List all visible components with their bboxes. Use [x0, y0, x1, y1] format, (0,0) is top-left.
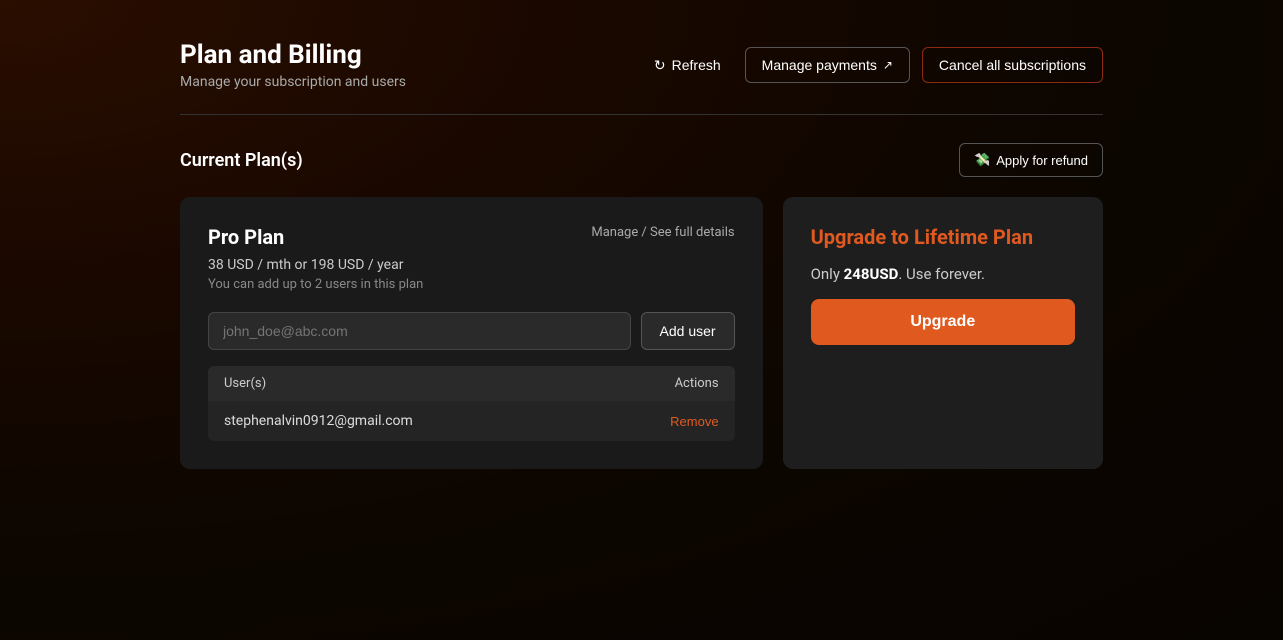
header-actions: ↻ Refresh Manage payments ↗ Cancel all s…	[642, 47, 1103, 83]
refresh-icon: ↻	[654, 57, 666, 74]
remove-user-button[interactable]: Remove	[670, 414, 718, 429]
upgrade-title: Upgrade to Lifetime Plan	[811, 225, 1075, 249]
title-section: Plan and Billing Manage your subscriptio…	[180, 40, 406, 90]
users-column-header: User(s)	[224, 376, 266, 391]
users-table-header: User(s) Actions	[208, 366, 735, 401]
upgrade-card: Upgrade to Lifetime Plan Only 248USD. Us…	[783, 197, 1103, 469]
plans-grid: Pro Plan Manage / See full details 38 US…	[180, 197, 1103, 469]
cancel-subscriptions-button[interactable]: Cancel all subscriptions	[922, 47, 1103, 83]
plan-name: Pro Plan	[208, 225, 284, 249]
pro-plan-card: Pro Plan Manage / See full details 38 US…	[180, 197, 763, 469]
page-subtitle: Manage your subscription and users	[180, 74, 406, 90]
header-divider	[180, 114, 1103, 115]
refresh-button[interactable]: ↻ Refresh	[642, 49, 733, 82]
plan-manage-link[interactable]: Manage / See full details	[591, 225, 734, 240]
upgrade-button[interactable]: Upgrade	[811, 299, 1075, 345]
section-header: Current Plan(s) 💸 Apply for refund	[180, 143, 1103, 177]
current-plans-title: Current Plan(s)	[180, 150, 303, 171]
upgrade-price: Only 248USD. Use forever.	[811, 265, 1075, 283]
plan-price: 38 USD / mth or 198 USD / year	[208, 257, 735, 273]
refund-icon: 💸	[974, 152, 990, 168]
users-table: User(s) Actions stephenalvin0912@gmail.c…	[208, 366, 735, 441]
plan-card-header: Pro Plan Manage / See full details	[208, 225, 735, 249]
plan-users-info: You can add up to 2 users in this plan	[208, 277, 735, 292]
apply-refund-button[interactable]: 💸 Apply for refund	[959, 143, 1103, 177]
table-row: stephenalvin0912@gmail.com Remove	[208, 401, 735, 441]
add-user-button[interactable]: Add user	[641, 312, 735, 350]
actions-column-header: Actions	[675, 376, 719, 391]
manage-payments-button[interactable]: Manage payments ↗	[745, 47, 910, 83]
external-link-icon: ↗	[883, 58, 893, 72]
page-title: Plan and Billing	[180, 40, 406, 70]
user-email-input[interactable]	[208, 312, 631, 350]
user-email: stephenalvin0912@gmail.com	[224, 413, 413, 429]
add-user-row: Add user	[208, 312, 735, 350]
page-header: Plan and Billing Manage your subscriptio…	[180, 40, 1103, 90]
